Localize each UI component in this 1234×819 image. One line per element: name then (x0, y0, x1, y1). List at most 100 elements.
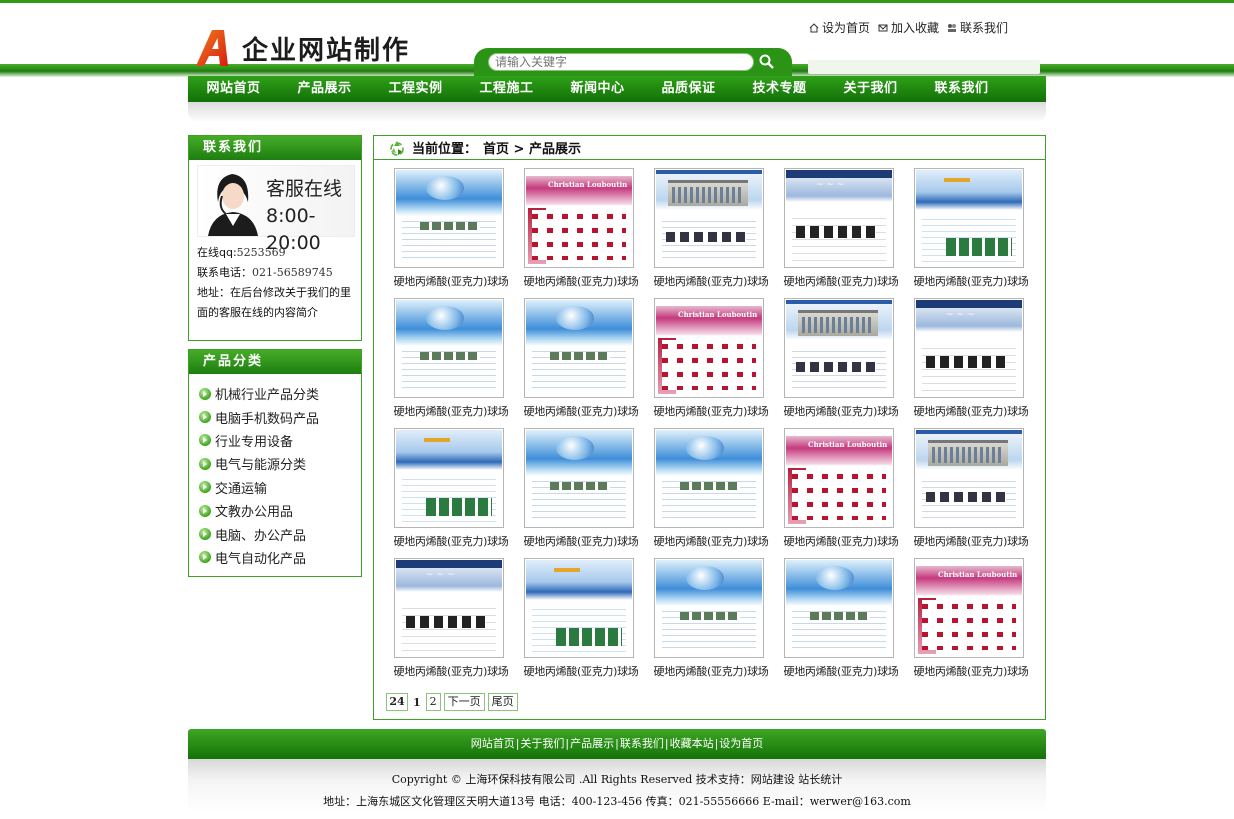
nav-products[interactable]: 产品展示 (279, 76, 370, 102)
footer-link-sethome[interactable]: 设为首页 (718, 737, 764, 750)
product-caption[interactable]: 硬地丙烯酸(亚克力)球场 (646, 273, 776, 289)
next-page-link[interactable]: 下一页 (443, 693, 485, 711)
product-card[interactable]: 硬地丙烯酸(亚克力)球场 (906, 168, 1036, 288)
product-thumbnail[interactable] (394, 168, 504, 268)
product-card[interactable]: 硬地丙烯酸(亚克力)球场 (776, 558, 906, 678)
product-thumbnail[interactable] (654, 168, 764, 268)
footer-link-products[interactable]: 产品展示 (569, 737, 615, 750)
category-item[interactable]: 文教办公用品 (199, 499, 361, 522)
product-caption[interactable]: 硬地丙烯酸(亚克力)球场 (516, 403, 646, 419)
product-thumbnail[interactable] (914, 168, 1024, 268)
product-caption[interactable]: 硬地丙烯酸(亚克力)球场 (386, 533, 516, 549)
breadcrumb-path[interactable]: 首页 > 产品展示 (483, 138, 581, 157)
product-caption[interactable]: 硬地丙烯酸(亚克力)球场 (776, 533, 906, 549)
category-item[interactable]: 行业专用设备 (199, 429, 361, 452)
thumbnail-detail (406, 616, 486, 628)
product-card[interactable]: Christian Louboutin 硬地丙烯酸(亚克力)球场 (776, 428, 906, 548)
product-thumbnail[interactable]: Christian Louboutin (654, 298, 764, 398)
product-caption[interactable]: 硬地丙烯酸(亚克力)球场 (516, 533, 646, 549)
product-thumbnail[interactable] (524, 558, 634, 658)
product-thumbnail[interactable] (914, 428, 1024, 528)
page-2-link[interactable]: 2 (425, 693, 441, 711)
product-caption[interactable]: 硬地丙烯酸(亚克力)球场 (386, 663, 516, 679)
product-thumbnail[interactable] (784, 298, 894, 398)
search-input[interactable] (488, 53, 754, 71)
nav-contact[interactable]: 联系我们 (916, 76, 1007, 102)
contact-panel-title: 联系我们 (189, 136, 361, 160)
product-thumbnail[interactable] (394, 298, 504, 398)
category-item[interactable]: 电脑、办公产品 (199, 522, 361, 545)
nav-construction[interactable]: 工程施工 (461, 76, 552, 102)
nav-cases[interactable]: 工程实例 (370, 76, 461, 102)
product-caption[interactable]: 硬地丙烯酸(亚克力)球场 (906, 403, 1036, 419)
product-thumbnail[interactable] (524, 298, 634, 398)
nav-tech[interactable]: 技术专题 (734, 76, 825, 102)
search-icon (759, 54, 774, 69)
product-card[interactable]: Christian Louboutin 硬地丙烯酸(亚克力)球场 (516, 168, 646, 288)
contact-us-link[interactable]: 联系我们 (947, 19, 1008, 36)
product-thumbnail[interactable]: ~ ~ ~ (914, 298, 1024, 398)
product-thumbnail[interactable]: ~ ~ ~ (394, 558, 504, 658)
thumbnail-detail: ~ ~ ~ (816, 180, 845, 190)
product-card[interactable]: 硬地丙烯酸(亚克力)球场 (906, 428, 1036, 548)
product-thumbnail[interactable]: Christian Louboutin (524, 168, 634, 268)
nav-quality[interactable]: 品质保证 (643, 76, 734, 102)
product-thumbnail[interactable] (394, 428, 504, 528)
product-card[interactable]: 硬地丙烯酸(亚克力)球场 (646, 168, 776, 288)
product-thumbnail[interactable]: Christian Louboutin (914, 558, 1024, 658)
product-caption[interactable]: 硬地丙烯酸(亚克力)球场 (906, 533, 1036, 549)
nav-about[interactable]: 关于我们 (825, 76, 916, 102)
product-card[interactable]: 硬地丙烯酸(亚克力)球场 (516, 558, 646, 678)
set-homepage-link[interactable]: 设为首页 (809, 19, 870, 36)
product-thumbnail[interactable]: Christian Louboutin (784, 428, 894, 528)
footer-link-contact[interactable]: 联系我们 (619, 737, 665, 750)
product-caption[interactable]: 硬地丙烯酸(亚克力)球场 (516, 663, 646, 679)
add-favorite-link[interactable]: 加入收藏 (878, 19, 939, 36)
product-card[interactable]: 硬地丙烯酸(亚克力)球场 (386, 168, 516, 288)
product-caption[interactable]: 硬地丙烯酸(亚克力)球场 (906, 273, 1036, 289)
product-caption[interactable]: 硬地丙烯酸(亚克力)球场 (516, 273, 646, 289)
product-card[interactable]: 硬地丙烯酸(亚克力)球场 (516, 428, 646, 548)
footer-link-about[interactable]: 关于我们 (519, 737, 565, 750)
nav-home[interactable]: 网站首页 (188, 76, 279, 102)
product-thumbnail[interactable] (784, 558, 894, 658)
product-caption[interactable]: 硬地丙烯酸(亚克力)球场 (646, 663, 776, 679)
product-caption[interactable]: 硬地丙烯酸(亚克力)球场 (646, 403, 776, 419)
product-caption[interactable]: 硬地丙烯酸(亚克力)球场 (646, 533, 776, 549)
product-thumbnail[interactable] (654, 558, 764, 658)
product-caption[interactable]: 硬地丙烯酸(亚克力)球场 (776, 663, 906, 679)
product-card[interactable]: 硬地丙烯酸(亚克力)球场 (386, 428, 516, 548)
category-item[interactable]: 机械行业产品分类 (199, 382, 361, 405)
product-caption[interactable]: 硬地丙烯酸(亚克力)球场 (776, 403, 906, 419)
product-card[interactable]: ~ ~ ~ 硬地丙烯酸(亚克力)球场 (776, 168, 906, 288)
product-caption[interactable]: 硬地丙烯酸(亚克力)球场 (906, 663, 1036, 679)
product-card[interactable]: ~ ~ ~ 硬地丙烯酸(亚克力)球场 (386, 558, 516, 678)
nav-news[interactable]: 新闻中心 (552, 76, 643, 102)
category-item[interactable]: 交通运输 (199, 476, 361, 499)
site-logo[interactable]: 企业网站制作 (194, 28, 410, 68)
footer-link-bookmark[interactable]: 收藏本站 (669, 737, 715, 750)
thumbnail-image (916, 170, 1022, 266)
category-label: 电气与能源分类 (215, 458, 307, 474)
product-caption[interactable]: 硬地丙烯酸(亚克力)球场 (386, 403, 516, 419)
product-card[interactable]: 硬地丙烯酸(亚克力)球场 (386, 298, 516, 418)
product-card[interactable]: 硬地丙烯酸(亚克力)球场 (776, 298, 906, 418)
thumbnail-image (656, 170, 762, 266)
product-card[interactable]: Christian Louboutin 硬地丙烯酸(亚克力)球场 (646, 298, 776, 418)
product-card[interactable]: 硬地丙烯酸(亚克力)球场 (516, 298, 646, 418)
category-item[interactable]: 电脑手机数码产品 (199, 405, 361, 428)
category-item[interactable]: 电气自动化产品 (199, 546, 361, 569)
product-card[interactable]: 硬地丙烯酸(亚克力)球场 (646, 428, 776, 548)
product-card[interactable]: Christian Louboutin 硬地丙烯酸(亚克力)球场 (906, 558, 1036, 678)
search-button[interactable] (756, 52, 778, 72)
product-card[interactable]: 硬地丙烯酸(亚克力)球场 (646, 558, 776, 678)
footer-link-home[interactable]: 网站首页 (470, 737, 516, 750)
product-thumbnail[interactable] (524, 428, 634, 528)
category-item[interactable]: 电气与能源分类 (199, 452, 361, 475)
product-caption[interactable]: 硬地丙烯酸(亚克力)球场 (776, 273, 906, 289)
last-page-link[interactable]: 尾页 (487, 693, 518, 711)
product-caption[interactable]: 硬地丙烯酸(亚克力)球场 (386, 273, 516, 289)
product-thumbnail[interactable] (654, 428, 764, 528)
product-thumbnail[interactable]: ~ ~ ~ (784, 168, 894, 268)
product-card[interactable]: ~ ~ ~ 硬地丙烯酸(亚克力)球场 (906, 298, 1036, 418)
